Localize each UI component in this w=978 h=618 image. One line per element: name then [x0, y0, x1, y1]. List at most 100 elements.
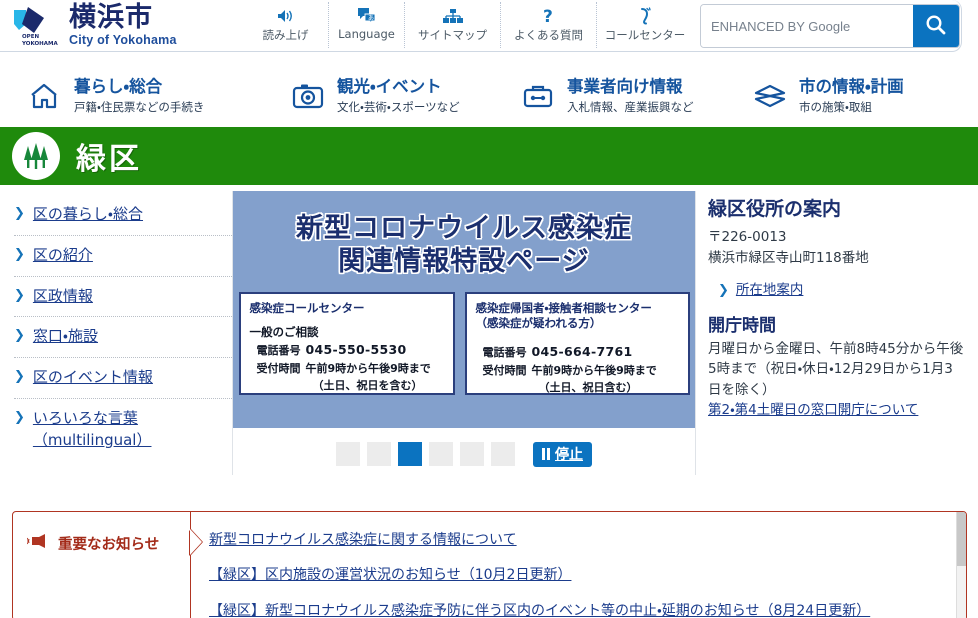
category-item-tourism[interactable]: 観光・イベント 文化・芸術・スポーツなど	[291, 77, 521, 115]
camera-icon	[291, 79, 325, 113]
category-sub: 入札情報、産業振興など	[567, 99, 694, 114]
sidebar-item-living[interactable]: ❯ 区の暮らし・総合	[14, 195, 232, 236]
category-item-cityinfo[interactable]: 市の情報・計画 市の施策・取組	[753, 77, 953, 115]
utility-item-faq[interactable]: ? よくある質問	[501, 2, 597, 48]
category-title: 市の情報・計画	[799, 77, 904, 97]
ward-sidebar-nav: ❯ 区の暮らし・総合 ❯ 区の紹介 ❯ 区政情報 ❯ 窓口・施設 ❯ 区のイベン…	[0, 191, 233, 475]
sidebar-item-label: 区の紹介	[32, 245, 93, 264]
card-hours-row: 受付時間 午前9時から午後9時まで	[250, 360, 445, 376]
search-input[interactable]	[701, 5, 913, 47]
office-hours-body: 月曜日から金曜日、午前8時45分から午後5時まで（祝日・休日・12月29日から1…	[708, 341, 964, 398]
utility-nav: 読み上げ あ Language サイトマップ ? よくある質問 コールセンター	[243, 2, 693, 48]
ward-banner: 緑区	[0, 127, 978, 185]
notices-label: 重要なお知らせ	[58, 537, 160, 553]
notice-item[interactable]: 新型コロナウイルス感染症に関する情報について	[209, 529, 966, 551]
hours-value: 午前9時から午後9時まで	[531, 363, 657, 377]
utility-label: コールセンター	[604, 28, 686, 42]
notices-scrollbar[interactable]	[956, 512, 966, 618]
category-title: 観光・イベント	[337, 77, 442, 97]
utility-label: 読み上げ	[262, 28, 309, 42]
notices-list: 新型コロナウイルス感染症に関する情報について 【緑区】区内施設の運営状況のお知ら…	[191, 512, 966, 618]
sidebar-item-label: 窓口・施設	[32, 327, 99, 346]
utility-item-readaloud[interactable]: 読み上げ	[243, 2, 329, 48]
saturday-hours-link[interactable]: 第2・第4土曜日の窓口開庁について	[708, 400, 966, 420]
carousel-dot-5[interactable]	[460, 442, 484, 466]
carousel-dot-4[interactable]	[429, 442, 453, 466]
chevron-right-icon: ❯	[14, 286, 25, 302]
category-nav: 暮らし・総合 戸籍・住民票などの手続き 観光・イベント 文化・芸術・スポーツなど…	[0, 65, 978, 127]
card-phone-row: 電話番号 045-550-5530	[250, 342, 445, 358]
category-title: 事業者向け情報	[567, 77, 683, 97]
card-note: （土日、祝日を含む）	[312, 379, 423, 393]
utility-item-callcenter[interactable]: コールセンター	[597, 2, 693, 48]
info-panel-title: 緑区役所の案内	[708, 198, 842, 220]
contact-card-returnee: 感染症帰国者・接触者相談センター （感染症が疑われる方） 電話番号 045-66…	[464, 291, 690, 395]
carousel-stop-button[interactable]: 停止	[533, 441, 592, 467]
sidebar-item-label: いろいろな言葉 （multilingual）	[32, 408, 152, 449]
category-title: 暮らし・総合	[74, 77, 163, 97]
category-item-living[interactable]: 暮らし・総合 戸籍・住民票などの手続き	[28, 77, 291, 115]
carousel-slide-covid[interactable]: 新型コロナウイルス感染症 関連情報特設ページ 感染症コールセンター 一般のご相談…	[233, 191, 695, 428]
notice-item[interactable]: 【緑区】区内施設の運営状況のお知らせ（10月2日更新）	[209, 564, 966, 586]
category-sub: 文化・芸術・スポーツなど	[337, 99, 460, 114]
utility-item-language[interactable]: あ Language	[329, 2, 405, 48]
site-header: OPEN YOKOHAMA 横浜市 City of Yokohama 読み上げ …	[0, 0, 978, 65]
postal-code: 〒226-0013	[708, 228, 787, 245]
important-notices: 重要なお知らせ 新型コロナウイルス感染症に関する情報について 【緑区】区内施設の…	[12, 511, 967, 618]
category-sub: 市の施策・取組	[799, 99, 872, 114]
office-address: 横浜市緑区寺山町118番地	[708, 249, 869, 266]
carousel-stop-label: 停止	[555, 447, 583, 463]
notices-pointer	[190, 529, 202, 555]
card-note: （土日、祝日含む）	[538, 380, 638, 394]
svg-text:YOKOHAMA: YOKOHAMA	[21, 41, 58, 47]
carousel-dot-2[interactable]	[367, 442, 391, 466]
category-sub: 戸籍・住民票などの手続き	[74, 99, 205, 114]
chevron-right-icon: ❯	[14, 327, 25, 343]
hero-carousel: 新型コロナウイルス感染症 関連情報特設ページ 感染症コールセンター 一般のご相談…	[233, 191, 695, 475]
briefcase-icon	[521, 79, 555, 113]
question-icon: ?	[541, 5, 557, 26]
house-icon	[28, 79, 62, 113]
phone-label: 電話番号	[256, 344, 301, 358]
carousel-dot-1[interactable]	[336, 442, 360, 466]
logo-title-ja: 横浜市	[69, 2, 153, 34]
svg-text:OPEN: OPEN	[22, 34, 39, 40]
phone-label: 電話番号	[482, 345, 527, 359]
sidebar-item-label: 区のイベント情報	[32, 368, 153, 386]
utility-label: Language	[338, 27, 395, 41]
sidebar-item-about[interactable]: ❯ 区の紹介	[14, 236, 232, 277]
sidebar-item-counters[interactable]: ❯ 窓口・施設	[14, 317, 232, 358]
diamond-icon	[753, 79, 787, 113]
sidebar-item-events[interactable]: ❯ 区のイベント情報	[14, 358, 232, 399]
card-heading-line1: 感染症帰国者・接触者相談センター	[475, 300, 652, 315]
scrollbar-thumb[interactable]	[957, 512, 966, 566]
office-hours-title: 開庁時間	[708, 316, 776, 337]
language-icon: あ	[357, 5, 377, 26]
phone-value: 045-664-7761	[531, 343, 633, 359]
utility-item-sitemap[interactable]: サイトマップ	[405, 2, 501, 48]
logo-title-en: City of Yokohama	[69, 32, 177, 47]
megaphone-icon	[26, 532, 49, 555]
card-hours-row: 受付時間 午前9時から午後9時まで	[476, 362, 680, 378]
carousel-dot-3[interactable]	[398, 442, 422, 466]
banner-contact-cards: 感染症コールセンター 一般のご相談 電話番号 045-550-5530 受付時間…	[238, 291, 690, 395]
banner-title: 新型コロナウイルス感染症 関連情報特設ページ	[296, 213, 632, 279]
chevron-right-icon: ❯	[14, 245, 25, 261]
card-phone-row: 電話番号 045-664-7761	[476, 344, 680, 360]
category-item-business[interactable]: 事業者向け情報 入札情報、産業振興など	[521, 77, 753, 115]
sidebar-item-administration[interactable]: ❯ 区政情報	[14, 277, 232, 318]
svg-text:?: ?	[543, 7, 553, 25]
hours-label: 受付時間	[256, 362, 301, 376]
utility-label: よくある質問	[514, 28, 583, 42]
hours-value: 午前9時から午後9時まで	[305, 362, 431, 376]
banner-title-line1: 新型コロナウイルス感染症	[296, 213, 632, 244]
search-button[interactable]	[913, 5, 959, 47]
card-subheading: 一般のご相談	[249, 325, 319, 340]
notice-item[interactable]: 【緑区】新型コロナウイルス感染症予防に伴う区内のイベント等の中止・延期のお知らせ…	[209, 600, 966, 618]
sidebar-item-multilingual[interactable]: ❯ いろいろな言葉 （multilingual）	[14, 399, 232, 461]
utility-label: サイトマップ	[418, 28, 487, 42]
site-search[interactable]	[700, 4, 960, 48]
site-logo[interactable]: OPEN YOKOHAMA 横浜市 City of Yokohama	[10, 4, 177, 48]
carousel-dot-6[interactable]	[491, 442, 515, 466]
map-link-row[interactable]: ❯ 所在地案内	[708, 278, 966, 299]
